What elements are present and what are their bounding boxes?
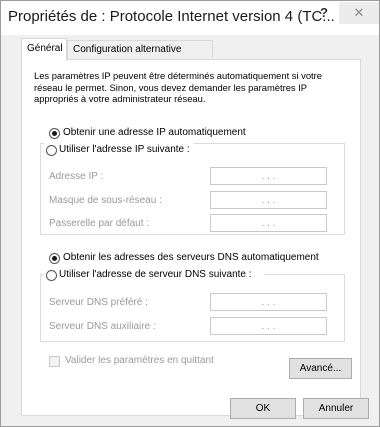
help-button[interactable]: ?	[315, 4, 333, 22]
default-gateway-field[interactable]: . . .	[210, 214, 327, 232]
ip-address-field[interactable]: . . .	[210, 167, 327, 185]
dns-manual-label[interactable]: Utiliser l'adresse de serveur DNS suivan…	[59, 269, 252, 280]
subnet-mask-label: Masque de sous-réseau :	[49, 195, 162, 206]
cancel-button[interactable]: Annuler	[303, 398, 369, 419]
validate-on-exit-checkbox[interactable]	[49, 356, 60, 367]
tab-alternate-configuration[interactable]: Configuration alternative	[67, 40, 213, 59]
dns-auto-label[interactable]: Obtenir les adresses des serveurs DNS au…	[63, 252, 319, 263]
preferred-dns-field[interactable]: . . .	[210, 293, 327, 311]
alternate-dns-field[interactable]: . . .	[210, 317, 327, 335]
ip-auto-label[interactable]: Obtenir une adresse IP automatiquement	[63, 127, 246, 138]
general-panel: Les paramètres IP peuvent être déterminé…	[21, 59, 361, 416]
dns-auto-radio[interactable]	[49, 253, 60, 264]
advanced-button[interactable]: Avancé...	[289, 358, 352, 379]
title-bar[interactable]: Propriétés de : Protocole Internet versi…	[1, 1, 379, 35]
subnet-mask-field[interactable]: . . .	[210, 191, 327, 209]
default-gateway-label: Passerelle par défaut :	[49, 218, 150, 229]
description-text: Les paramètres IP peuvent être déterminé…	[34, 70, 323, 104]
ip-manual-radio[interactable]	[46, 145, 57, 156]
ok-button[interactable]: OK	[230, 398, 296, 419]
close-button[interactable]: ✕	[339, 2, 379, 24]
preferred-dns-label: Serveur DNS préféré :	[49, 297, 148, 308]
alternate-dns-label: Serveur DNS auxiliaire :	[49, 321, 156, 332]
ip-manual-label[interactable]: Utiliser l'adresse IP suivante :	[59, 144, 190, 155]
validate-on-exit-label[interactable]: Valider les paramètres en quittant	[65, 355, 214, 366]
ip-auto-radio[interactable]	[49, 128, 60, 139]
window-title: Propriétés de : Protocole Internet versi…	[8, 8, 335, 25]
dns-manual-radio[interactable]	[46, 270, 57, 281]
tab-general[interactable]: Général	[21, 38, 67, 61]
properties-dialog: Propriétés de : Protocole Internet versi…	[0, 0, 380, 427]
ip-address-label: Adresse IP :	[49, 171, 104, 182]
